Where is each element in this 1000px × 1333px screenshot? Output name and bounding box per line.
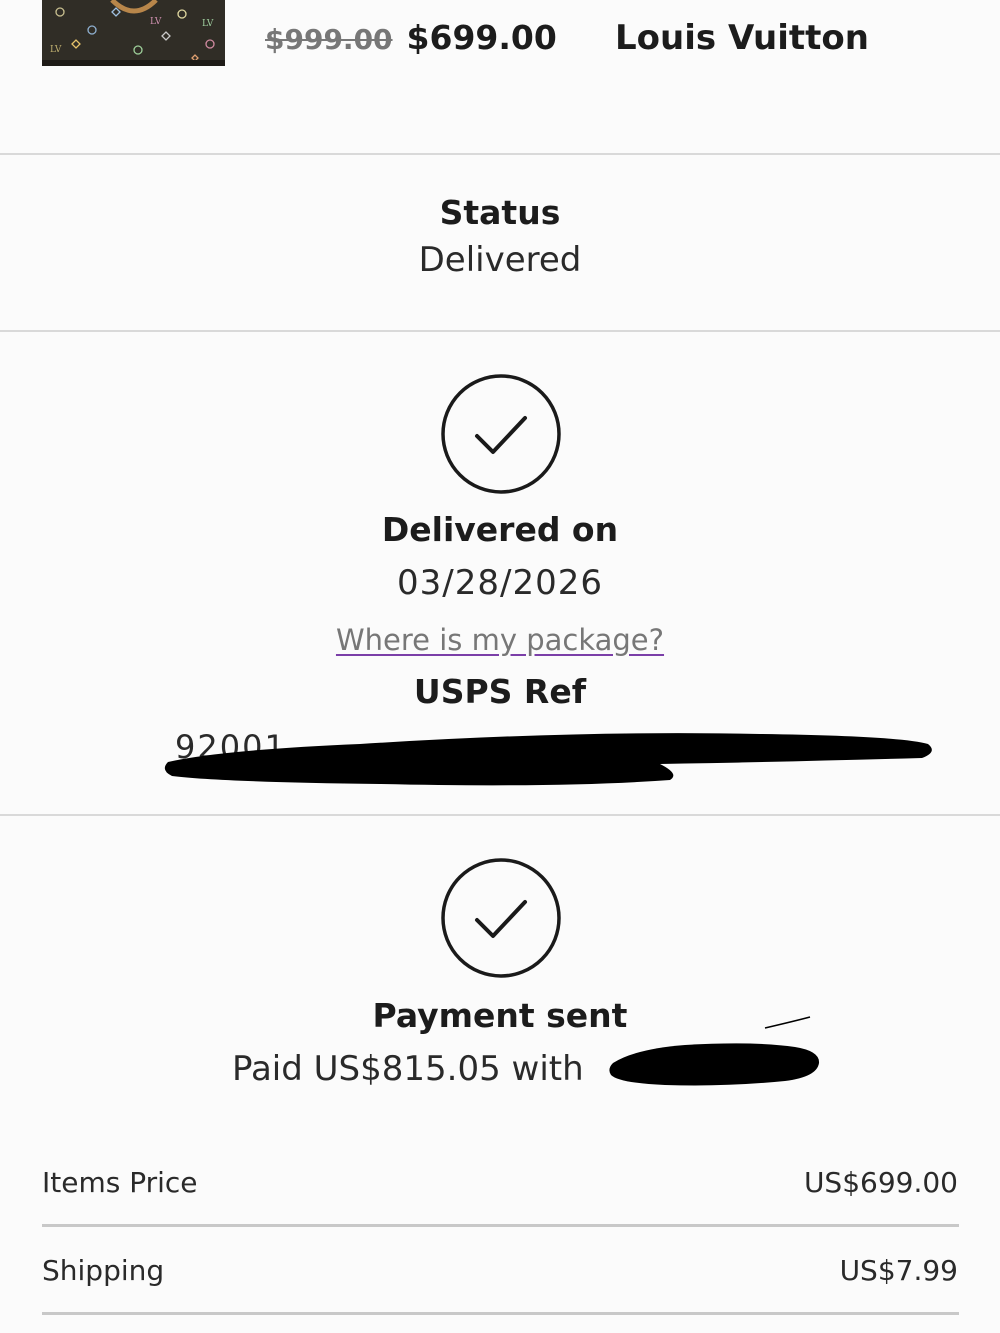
carrier-ref-label: USPS Ref — [413, 672, 587, 711]
summary-label: Shipping — [42, 1253, 165, 1287]
summary-value: US$699.00 — [803, 1165, 958, 1199]
payment-amount-text: Paid US$815.05 with — [232, 1049, 584, 1089]
where-is-my-package-link[interactable]: Where is my package? — [336, 623, 664, 657]
svg-text:LV: LV — [202, 19, 214, 29]
divider — [0, 153, 1000, 155]
divider — [0, 814, 1000, 816]
check-circle-icon — [441, 374, 561, 494]
summary-value: US$7.99 — [839, 1253, 958, 1287]
delivered-on-label: Delivered on — [381, 510, 619, 549]
redaction-scribble — [164, 733, 932, 786]
svg-text:LV: LV — [150, 17, 162, 27]
handbag-photo-icon: LV LV LV — [42, 0, 225, 66]
payment-sent-label: Payment sent — [372, 996, 628, 1035]
summary-label: Items Price — [42, 1165, 198, 1199]
status-value: Delivered — [418, 240, 582, 280]
divider — [0, 330, 1000, 332]
delivered-date: 03/28/2026 — [397, 563, 603, 603]
sale-price: $699.00 — [406, 18, 557, 57]
where-is-my-package-link-row: Where is my package? — [0, 623, 1000, 657]
svg-text:LV: LV — [50, 45, 62, 55]
summary-divider — [42, 1224, 959, 1227]
check-circle-icon — [441, 858, 561, 978]
price-row: $999.00 $699.00 — [265, 18, 557, 68]
status-label: Status — [439, 193, 561, 232]
original-price: $999.00 — [265, 23, 393, 56]
redaction-scribble — [609, 1016, 820, 1086]
brand-name: Louis Vuitton — [615, 18, 869, 58]
summary-row-shipping: Shipping US$7.99 — [42, 1240, 958, 1300]
product-image[interactable]: LV LV LV — [42, 0, 225, 66]
summary-divider — [42, 1312, 959, 1315]
summary-row-items-price: Items Price US$699.00 — [42, 1152, 958, 1212]
